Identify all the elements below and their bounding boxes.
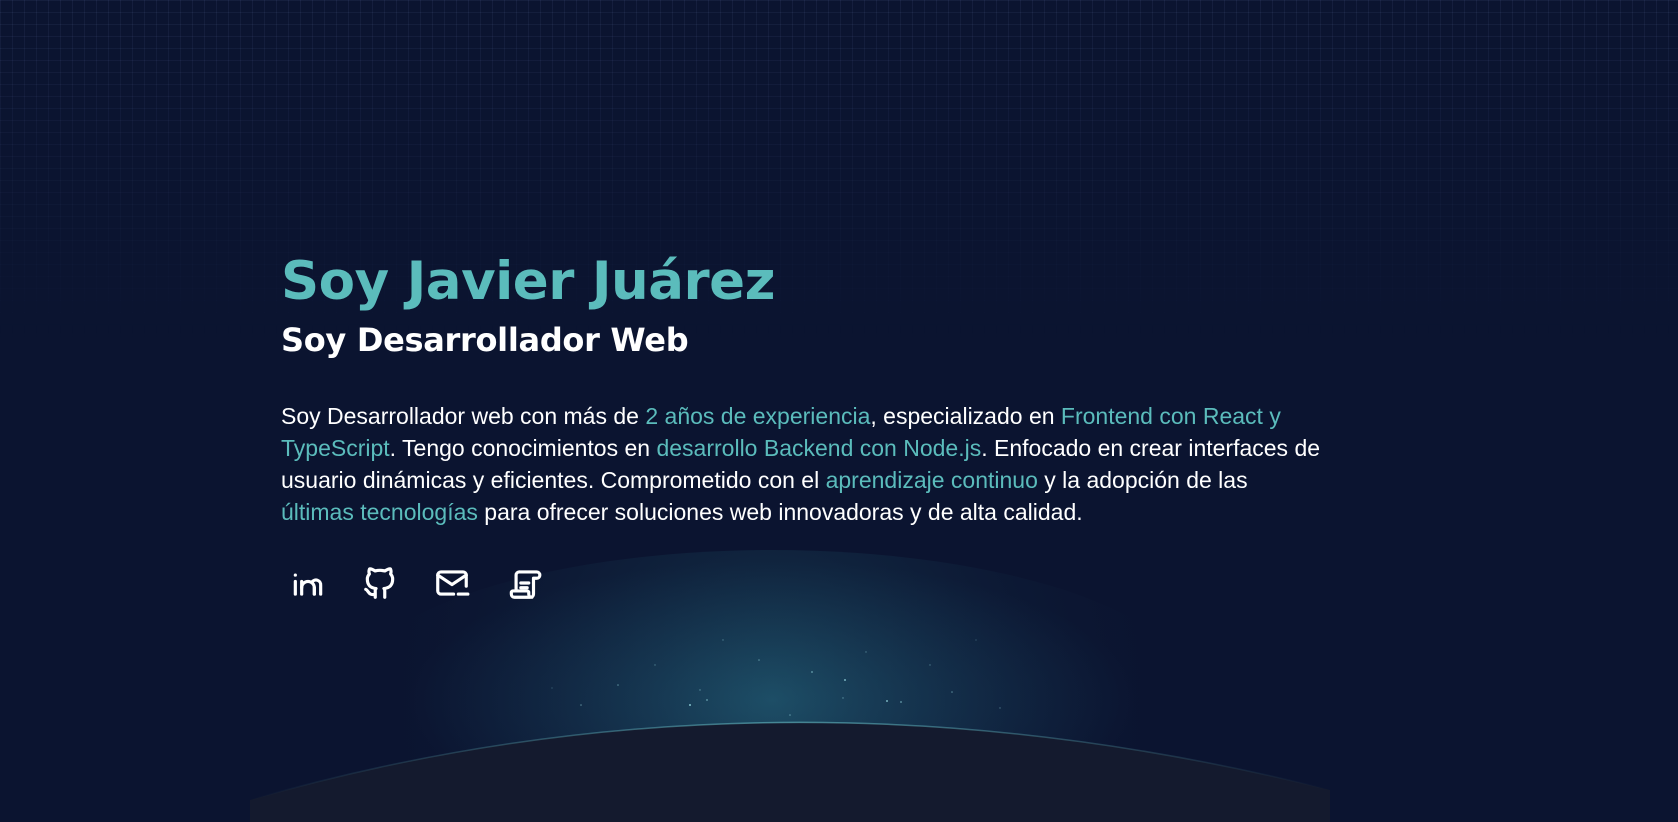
social-links: [289, 564, 1331, 602]
hero-role: Soy Desarrollador Web: [281, 321, 689, 359]
email-link[interactable]: [433, 564, 471, 602]
mail-icon: [436, 570, 470, 596]
hero-section: Soy Javier Juárez Soy Desarrollador Web …: [281, 246, 1331, 602]
bio-highlight-experience: 2 años de experiencia: [645, 403, 871, 429]
hero-bio: Soy Desarrollador web con más de 2 años …: [281, 400, 1321, 528]
resume-scroll-icon: [509, 570, 542, 599]
bio-text: Soy Desarrollador web con más de: [281, 403, 646, 429]
bio-text: . Tengo conocimientos en: [389, 435, 657, 461]
linkedin-icon: [293, 573, 323, 596]
resume-link[interactable]: [505, 564, 543, 602]
bio-highlight-learning: aprendizaje continuo: [825, 467, 1038, 493]
github-icon: [364, 567, 395, 599]
page: Soy Javier Juárez Soy Desarrollador Web …: [0, 0, 1678, 822]
linkedin-link[interactable]: [289, 564, 327, 602]
bio-text: para ofrecer soluciones web innovadoras …: [477, 499, 1083, 525]
bio-text: , especializado en: [870, 403, 1061, 429]
bio-text: y la adopción de las: [1037, 467, 1248, 493]
bio-highlight-backend: desarrollo Backend con Node.js: [656, 435, 982, 461]
hero-name: Soy Javier Juárez: [281, 251, 775, 312]
github-link[interactable]: [361, 564, 399, 602]
bio-highlight-technologies: últimas tecnologías: [281, 499, 478, 525]
